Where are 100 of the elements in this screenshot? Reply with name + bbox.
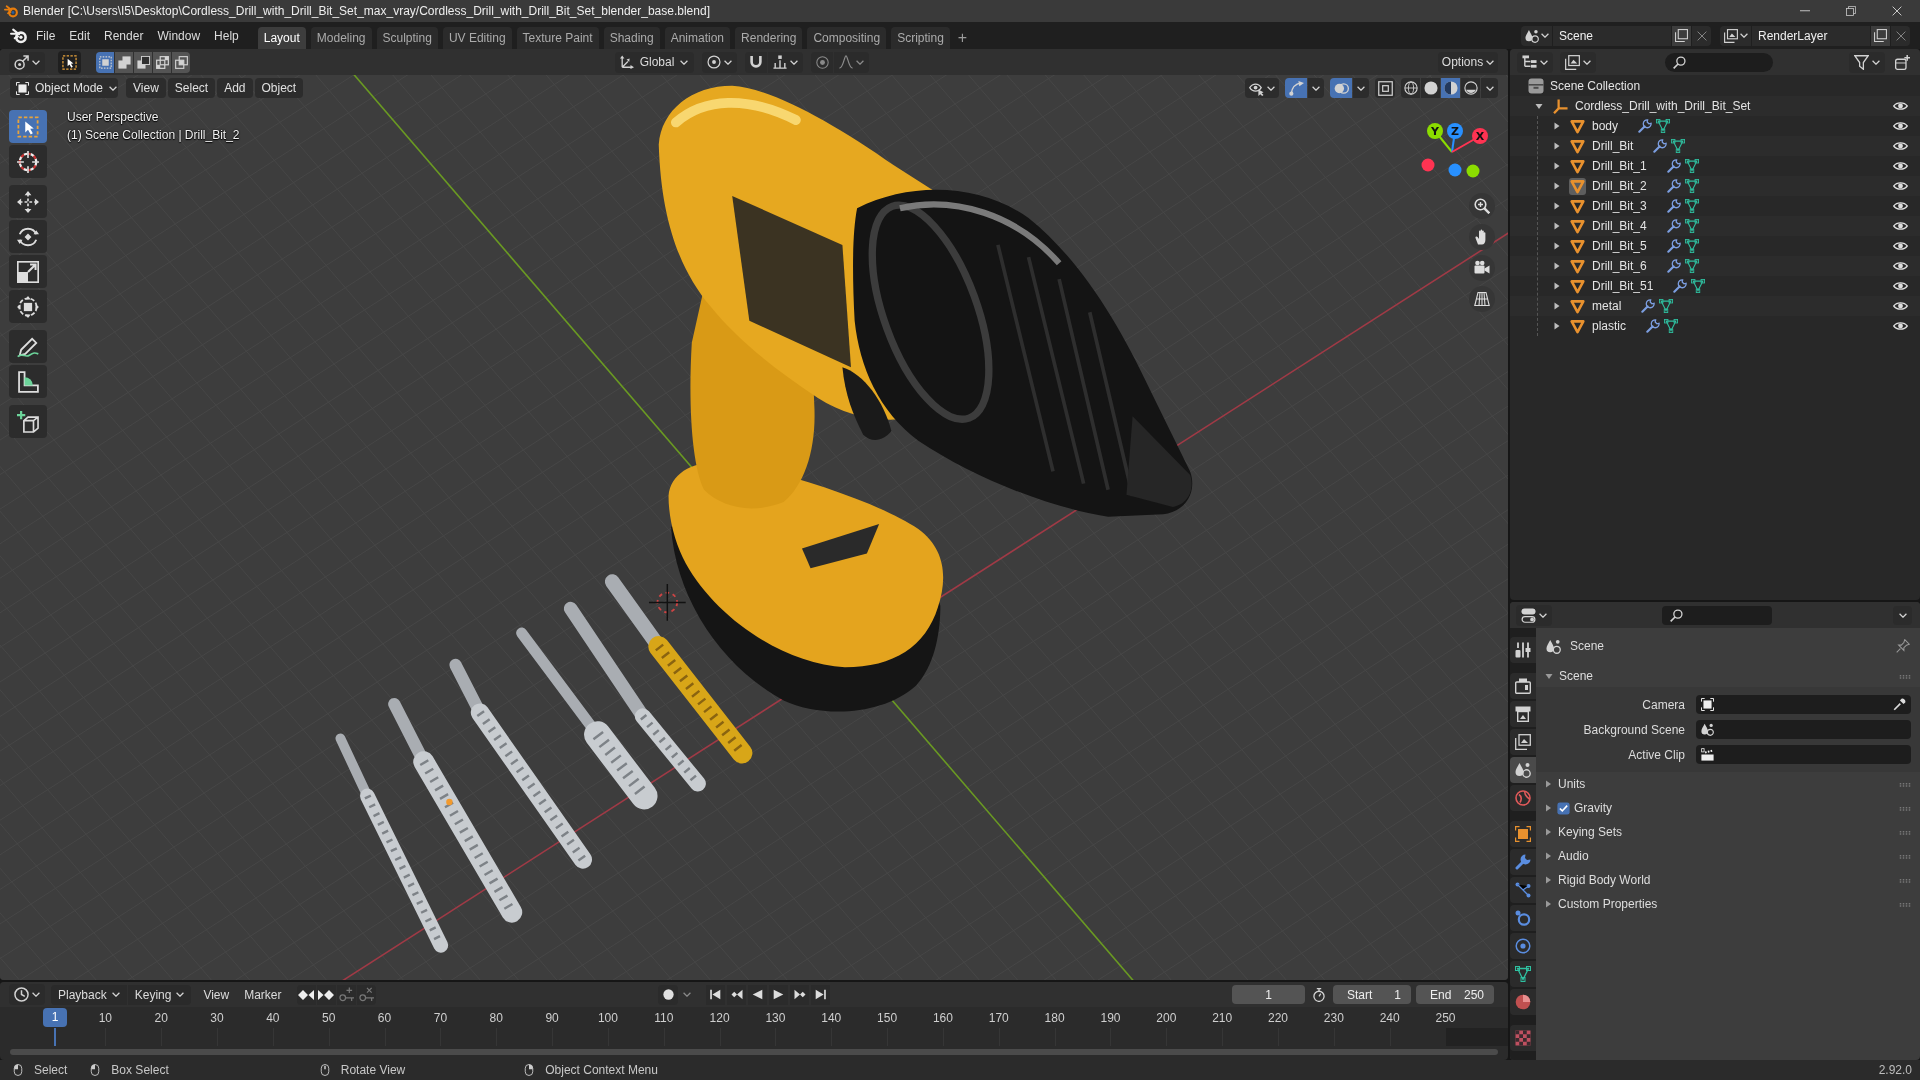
panel-header[interactable]: Units (1536, 772, 1920, 796)
properties-tab[interactable] (1510, 673, 1536, 699)
jump-to-start-button[interactable] (706, 984, 725, 1005)
eye-icon[interactable] (1893, 201, 1908, 211)
checkbox-icon[interactable] (1557, 801, 1570, 815)
scene-name-field[interactable]: Scene (1553, 25, 1671, 46)
editor-type-dropdown[interactable] (9, 51, 45, 73)
search-field[interactable] (1662, 605, 1772, 625)
workspace-tab[interactable]: UV Editing (442, 27, 512, 49)
play-button[interactable] (769, 984, 788, 1005)
disclosure-triangle-icon[interactable] (1554, 222, 1560, 230)
menu-item[interactable]: Help (207, 24, 246, 47)
measure-tool-button[interactable] (9, 365, 47, 398)
display-mode-dropdown[interactable] (1560, 51, 1596, 73)
selection-mode-button[interactable] (115, 51, 133, 73)
timeline-menu[interactable]: Marker (237, 984, 289, 1005)
menu-item[interactable]: File (29, 24, 63, 47)
transform-orientation-dropdown[interactable]: Global (614, 51, 695, 73)
snap-toggle-button[interactable] (745, 51, 768, 73)
shading-mode-button[interactable] (1421, 78, 1440, 98)
properties-tab[interactable] (1510, 637, 1536, 663)
shading-mode-button[interactable] (1461, 78, 1480, 98)
properties-tab[interactable] (1510, 701, 1536, 727)
3d-viewport[interactable]: Object Mode View Select Add Object User Perspective (1) Scene Collection | Drill_Bit_2 Y Z X (0, 75, 1508, 980)
panel-header[interactable]: Audio (1536, 844, 1920, 868)
filter-dropdown[interactable] (1849, 51, 1885, 73)
jump-to-end-button[interactable] (811, 984, 830, 1005)
scene-dropdown[interactable] (1521, 25, 1552, 46)
caret-dropdown[interactable] (1353, 78, 1369, 98)
editor-type-dropdown[interactable] (1516, 604, 1552, 626)
disclosure-triangle-icon[interactable] (1554, 322, 1560, 330)
disclosure-triangle-icon[interactable] (1554, 122, 1560, 130)
workspace-tab[interactable]: Shading (603, 27, 660, 49)
properties-tab[interactable] (1510, 961, 1536, 987)
gizmo-toggle-button[interactable] (1285, 78, 1307, 98)
properties-tab[interactable] (1510, 989, 1536, 1015)
view-layer-name-field[interactable]: RenderLayer (1752, 25, 1870, 46)
remove-keying-set-button[interactable] (356, 984, 376, 1005)
add-cube-tool-button[interactable] (9, 405, 47, 438)
outliner-item[interactable]: plastic (1554, 317, 1678, 335)
eye-icon[interactable] (1893, 281, 1908, 291)
disclosure-triangle-icon[interactable] (1545, 672, 1553, 680)
current-frame-field[interactable]: 1 (1232, 985, 1305, 1004)
outliner-item[interactable]: Drill_Bit_1 (1554, 157, 1699, 175)
eye-icon[interactable] (1893, 301, 1908, 311)
zoom-button[interactable] (1469, 193, 1495, 219)
menu-item[interactable]: Edit (62, 24, 98, 47)
drag-grip-icon[interactable] (1899, 877, 1911, 883)
delete-scene-button[interactable] (1692, 25, 1711, 46)
disclosure-triangle-icon[interactable] (1554, 142, 1560, 150)
eye-icon[interactable] (1893, 321, 1908, 331)
viewport-menu[interactable]: Select (167, 78, 216, 98)
panel-header[interactable]: Keying Sets (1536, 820, 1920, 844)
selection-mode-button[interactable] (134, 51, 152, 73)
active-tool-button[interactable] (58, 50, 81, 74)
eye-icon[interactable] (1893, 181, 1908, 191)
falloff-dropdown[interactable] (834, 51, 870, 73)
panel-header[interactable]: Gravity (1536, 796, 1920, 820)
disclosure-triangle-icon[interactable] (1554, 242, 1560, 250)
caret-dropdown[interactable] (1308, 78, 1324, 98)
editor-type-dropdown[interactable] (1517, 51, 1553, 73)
disclosure-triangle-icon[interactable] (1545, 852, 1552, 860)
drag-grip-icon[interactable] (1899, 781, 1911, 787)
annotate-tool-button[interactable] (9, 330, 47, 363)
workspace-tab[interactable]: Texture Paint (516, 27, 599, 49)
search-field[interactable] (1665, 52, 1773, 72)
workspace-tab[interactable]: Sculpting (376, 27, 438, 49)
workspace-tab[interactable]: Scripting (891, 27, 950, 49)
rotate-tool-button[interactable] (9, 220, 47, 253)
gizmo-axis-dot-icon[interactable] (1448, 163, 1462, 177)
disclosure-triangle-icon[interactable] (1554, 162, 1560, 170)
disclosure-triangle-icon[interactable] (1545, 828, 1552, 836)
disclosure-triangle-icon[interactable] (1554, 282, 1560, 290)
drag-grip-icon[interactable] (1899, 901, 1911, 907)
disclosure-triangle-icon[interactable] (1554, 202, 1560, 210)
menu-item[interactable]: Render (97, 24, 151, 47)
options-dropdown[interactable] (1893, 605, 1912, 625)
new-scene-button[interactable] (1672, 25, 1691, 46)
move-tool-button[interactable] (9, 185, 47, 218)
eye-icon[interactable] (1893, 121, 1908, 131)
play-reverse-button[interactable] (748, 984, 767, 1005)
properties-tab[interactable] (1510, 785, 1536, 811)
eye-icon[interactable] (1893, 221, 1908, 231)
viewport-menu[interactable]: Add (217, 78, 253, 98)
disclosure-triangle-icon[interactable] (1554, 262, 1560, 270)
viewport-menu[interactable]: View (126, 78, 166, 98)
outliner-item[interactable]: Drill_Bit_51 (1554, 277, 1706, 295)
shading-mode-button[interactable] (1401, 78, 1420, 98)
pin-icon[interactable] (1896, 639, 1910, 653)
start-frame-field[interactable]: Start 1 (1333, 985, 1411, 1004)
panel-header[interactable]: Scene (1536, 665, 1920, 687)
drag-grip-icon[interactable] (1899, 673, 1911, 679)
workspace-tab[interactable]: Modeling (310, 27, 372, 49)
eye-icon[interactable] (1893, 141, 1908, 151)
gizmo-axis-dot-icon[interactable] (1421, 158, 1435, 172)
jump-keyframe-button[interactable] (296, 984, 316, 1005)
pivot-point-dropdown[interactable] (702, 51, 738, 73)
drag-grip-icon[interactable] (1899, 805, 1911, 811)
interaction-mode-dropdown[interactable]: Object Mode (10, 78, 118, 98)
add-workspace-button[interactable]: + (954, 27, 971, 49)
